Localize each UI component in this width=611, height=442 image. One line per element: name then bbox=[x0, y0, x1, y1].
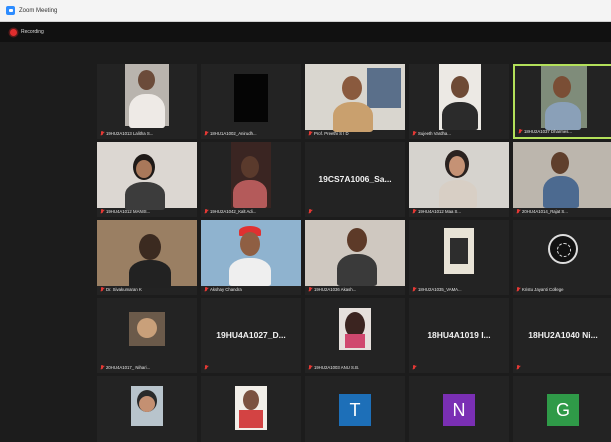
participant-tile[interactable]: T bbox=[305, 376, 405, 442]
window-title: Zoom Meeting bbox=[19, 7, 58, 14]
participant-name: 19HU4A1012 MANIS... bbox=[100, 207, 150, 215]
mic-muted-icon bbox=[204, 364, 208, 370]
participant-name: 20HU4A1017_ Nihari... bbox=[100, 363, 150, 371]
participant-tile[interactable]: 18HU4A1019 I... bbox=[409, 298, 509, 373]
mic-muted-icon bbox=[308, 208, 312, 214]
mic-muted-icon bbox=[412, 286, 416, 292]
mic-muted-icon bbox=[308, 364, 312, 370]
mic-muted-icon bbox=[204, 208, 208, 214]
participant-tile[interactable] bbox=[201, 376, 301, 442]
participant-tile[interactable]: 19HU2A1042_Kalt Adi... bbox=[201, 142, 301, 217]
participant-tile[interactable] bbox=[97, 376, 197, 442]
participant-name: 19HU2A1042_Kalt Adi... bbox=[204, 207, 256, 215]
participant-name: 20HU4A1014_Rajat S... bbox=[516, 207, 568, 215]
participant-tile[interactable]: 19HU4A1012 MANIS... bbox=[97, 142, 197, 217]
mic-muted-icon bbox=[204, 130, 208, 136]
mic-muted-icon bbox=[516, 364, 520, 370]
participant-tile[interactable]: G bbox=[513, 376, 611, 442]
mic-muted-icon bbox=[100, 130, 104, 136]
participant-status bbox=[308, 207, 314, 215]
participant-status bbox=[204, 363, 210, 371]
participant-initial-avatar: T bbox=[339, 394, 371, 426]
mic-muted-icon bbox=[100, 364, 104, 370]
participant-name: Prof. Preethi S I D bbox=[308, 129, 349, 137]
participant-tile[interactable]: 18HU2A1035_VAMA... bbox=[409, 220, 509, 295]
participant-name: 19HU2A1013 Lalitha S... bbox=[100, 129, 153, 137]
mic-muted-icon bbox=[412, 364, 416, 370]
mic-muted-icon bbox=[412, 130, 416, 136]
participant-tile[interactable]: 19HU2A1036 Akash... bbox=[305, 220, 405, 295]
participant-name: Akshay Chandra bbox=[204, 285, 242, 293]
participant-tile[interactable]: Dr. Sivakumaran K bbox=[97, 220, 197, 295]
mic-muted-icon bbox=[308, 286, 312, 292]
participant-tile[interactable]: 19HU2A1013 Lalitha S... bbox=[97, 64, 197, 139]
participant-name: 19HU4A1012 Maa S... bbox=[412, 207, 461, 215]
participant-name-large: 19CS7A1006_Sa... bbox=[318, 174, 392, 184]
participant-tile[interactable]: 19CS7A1006_Sa... bbox=[305, 142, 405, 217]
participant-status bbox=[516, 363, 522, 371]
participant-tile[interactable]: 19HU2A1003 ANU S.B. bbox=[305, 298, 405, 373]
mic-muted-icon bbox=[100, 208, 104, 214]
participant-tile[interactable]: 19HU4A1027_D... bbox=[201, 298, 301, 373]
participant-tile[interactable]: 19HU4A1012 Maa S... bbox=[409, 142, 509, 217]
meeting-toolbar: Recording bbox=[0, 22, 611, 42]
college-logo-icon bbox=[548, 234, 578, 264]
participant-name: Kristu Jayanti College bbox=[516, 285, 564, 293]
mic-muted-icon bbox=[100, 286, 104, 292]
participant-tile-active-speaker[interactable]: 18HU2A1037 Dharmes... bbox=[513, 64, 611, 139]
mic-muted-icon bbox=[204, 286, 208, 292]
participant-tile[interactable]: 20HU4A1014_Rajat S... bbox=[513, 142, 611, 217]
participant-initial-avatar: G bbox=[547, 394, 579, 426]
participant-tile[interactable]: N bbox=[409, 376, 509, 442]
mic-muted-icon bbox=[518, 128, 522, 134]
participant-tile[interactable]: 18HU2A1040 Ni... bbox=[513, 298, 611, 373]
participant-initial-avatar: N bbox=[443, 394, 475, 426]
mic-muted-icon bbox=[516, 286, 520, 292]
participant-tile[interactable]: Akshay Chandra bbox=[201, 220, 301, 295]
zoom-logo-icon bbox=[6, 6, 15, 15]
participant-tile[interactable]: 20HU4A1017_ Nihari... bbox=[97, 298, 197, 373]
mic-muted-icon bbox=[516, 208, 520, 214]
participant-name: 19HU2A1036 Akash... bbox=[308, 285, 356, 293]
participant-name-large: 18HU2A1040 Ni... bbox=[528, 330, 598, 340]
participant-name: 19HU2A1003 ANU S.B. bbox=[308, 363, 359, 371]
participant-name: Dr. Sivakumaran K bbox=[100, 285, 142, 293]
recording-label[interactable]: Recording bbox=[21, 29, 44, 35]
participant-tile[interactable]: Prof. Preethi S I D bbox=[305, 64, 405, 139]
participant-name: Sujeeth Vardha... bbox=[412, 129, 451, 137]
participant-name: 18HU2A1037 Dharmes... bbox=[518, 127, 572, 135]
participant-tile[interactable]: Sujeeth Vardha... bbox=[409, 64, 509, 139]
participant-name: 18HU2A1035_VAMA... bbox=[412, 285, 462, 293]
gallery-view: 19HU2A1013 Lalitha S... 18HU1A1002_Aniru… bbox=[0, 42, 611, 442]
window-titlebar: Zoom Meeting bbox=[0, 0, 611, 22]
recording-icon bbox=[10, 28, 17, 36]
participant-name-large: 18HU4A1019 I... bbox=[427, 330, 491, 340]
participant-tile[interactable]: 18HU1A1002_Anirudh... bbox=[201, 64, 301, 139]
participant-status bbox=[412, 363, 418, 371]
participant-name-large: 19HU4A1027_D... bbox=[216, 330, 286, 340]
participant-name: 18HU1A1002_Anirudh... bbox=[204, 129, 257, 137]
mic-muted-icon bbox=[308, 130, 312, 136]
mic-muted-icon bbox=[412, 208, 416, 214]
participant-tile[interactable]: Kristu Jayanti College bbox=[513, 220, 611, 295]
